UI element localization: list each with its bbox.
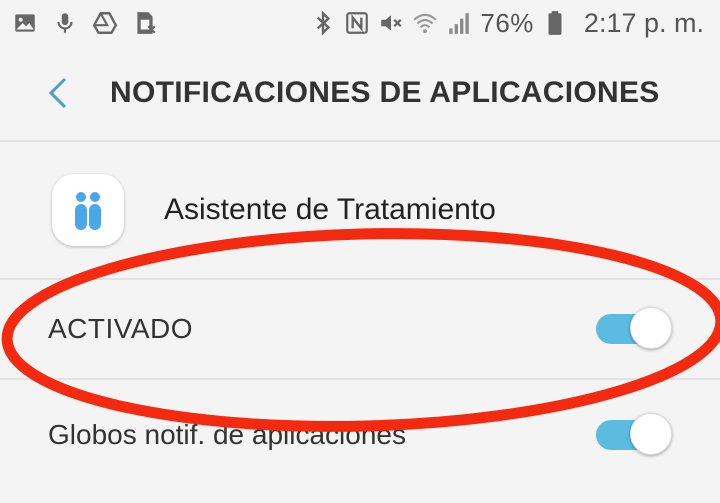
setting-label: Globos notif. de aplicaciones	[48, 419, 406, 450]
app-icon	[52, 174, 124, 246]
chevron-left-icon	[48, 77, 67, 109]
nfc-icon	[344, 10, 370, 36]
setting-row-badges[interactable]: Globos notif. de aplicaciones	[0, 380, 720, 490]
bluetooth-icon	[310, 10, 336, 36]
page-title: NOTIFICACIONES DE APLICACIONES	[110, 76, 660, 109]
app-name: Asistente de Tratamiento	[164, 193, 496, 226]
badges-toggle[interactable]	[596, 413, 672, 455]
toggle-knob	[630, 413, 672, 455]
back-button[interactable]	[38, 73, 78, 113]
toggle-knob	[630, 307, 672, 349]
sim-card-icon	[132, 10, 158, 36]
microphone-icon	[52, 10, 78, 36]
setting-label: ACTIVADO	[48, 313, 194, 344]
clock: 2:17 p. m.	[583, 7, 704, 38]
wifi-icon	[412, 10, 438, 36]
battery-percent: 76%	[480, 7, 534, 38]
app-info-row: Asistente de Tratamiento	[0, 142, 720, 280]
image-icon	[12, 10, 38, 36]
people-icon	[75, 192, 101, 230]
status-bar: 76% 2:17 p. m.	[0, 0, 720, 46]
setting-row-activated[interactable]: ACTIVADO	[0, 280, 720, 380]
signal-icon	[446, 10, 472, 36]
status-right: 76% 2:17 p. m.	[310, 8, 720, 39]
app-bar: NOTIFICACIONES DE APLICACIONES	[0, 46, 720, 142]
mute-icon	[378, 10, 404, 36]
battery-icon	[542, 10, 568, 36]
status-left	[0, 10, 158, 36]
activated-toggle[interactable]	[596, 307, 672, 349]
drive-icon	[92, 10, 118, 36]
